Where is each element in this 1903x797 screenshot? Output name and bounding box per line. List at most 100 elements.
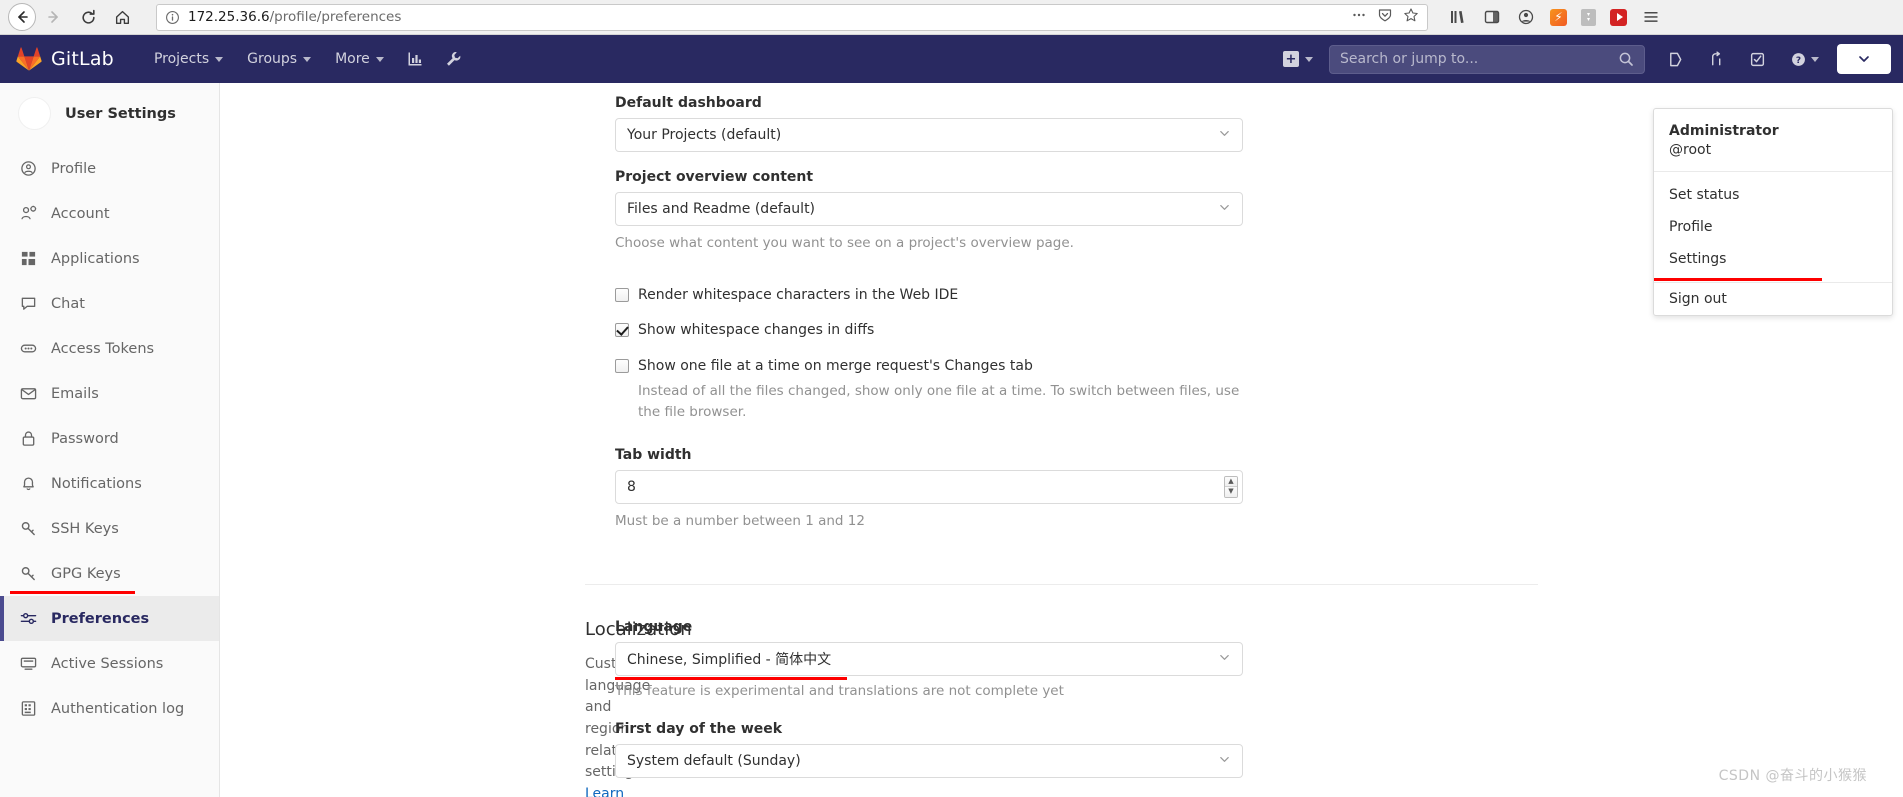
home-button[interactable] [106,2,138,32]
navbar-todos-button[interactable] [1737,41,1778,78]
key-icon [20,520,37,537]
render-whitespace-label: Render whitespace characters in the Web … [638,287,959,304]
app-body: User Settings Profile Account Applicatio… [0,83,1903,797]
user-menu-settings[interactable]: Settings [1654,243,1892,281]
sidebar-item-chat[interactable]: Chat [0,281,219,326]
issues-icon [1670,52,1682,66]
sidebar-item-emails[interactable]: Emails [0,371,219,416]
plus-square-icon: + [1283,51,1299,67]
user-handle: @root [1669,141,1712,158]
sidebar-item-label: Preferences [51,610,150,627]
sidebar-item-password[interactable]: Password [0,416,219,461]
sidebar-item-applications[interactable]: Applications [0,236,219,281]
default-dashboard-group: Default dashboard Your Projects (default… [615,95,1243,152]
lock-icon [20,430,37,447]
default-dashboard-select[interactable]: Your Projects (default) [615,118,1243,152]
sidebar-item-active-sessions[interactable]: Active Sessions [0,641,219,686]
nav-projects[interactable]: Projects [142,37,235,81]
address-bar[interactable]: 172.25.36.6/profile/preferences [156,3,1428,31]
sidebar-item-gpg-keys[interactable]: GPG Keys [0,551,219,596]
localization-description-column: Localization Customize language and regi… [220,619,692,797]
language-select[interactable]: Chinese, Simplified - 简体中文 [615,641,1243,676]
sidebar-item-label: SSH Keys [51,520,119,537]
applications-grid-icon [20,250,37,267]
account-icon[interactable] [1516,7,1536,27]
sidebar-item-authentication-log[interactable]: Authentication log [0,686,219,731]
sidebar-item-ssh-keys[interactable]: SSH Keys [0,506,219,551]
sidebar-item-label: Applications [51,250,140,267]
back-button[interactable] [8,3,36,31]
extension-gray-icon[interactable]: ▾ ▾ [1581,8,1596,26]
one-file-at-a-time-checkbox[interactable] [615,358,629,373]
url-text: 172.25.36.6/profile/preferences [188,9,1351,25]
create-new-button[interactable]: + [1273,43,1323,75]
chevron-up-icon[interactable]: ▲ [1225,476,1237,487]
sidebar-item-profile[interactable]: Profile [0,146,219,191]
one-file-at-a-time-label: Show one file at a time on merge request… [638,357,1033,374]
chevron-down-icon [375,56,384,62]
navbar-merge-requests-button[interactable] [1696,41,1737,78]
sidebar-icon[interactable] [1482,7,1502,27]
search-icon[interactable] [1618,51,1634,67]
language-group: Language Chinese, Simplified - 简体中文 This… [615,619,1243,701]
sidebar-item-label: Emails [51,385,99,402]
extension-orange-icon[interactable]: ⚡ [1550,8,1567,26]
analytics-chart-icon [408,52,422,66]
user-menu-button[interactable] [1837,44,1891,74]
navbar-help-button[interactable]: ? [1778,41,1831,78]
one-file-at-a-time-row[interactable]: Show one file at a time on merge request… [615,357,1243,423]
localization-fields: Language Chinese, Simplified - 简体中文 This… [615,619,1243,797]
user-menu-profile-label: Profile [1669,218,1713,235]
reload-icon [81,9,95,24]
page-actions-icon[interactable] [1351,7,1367,27]
sidebar-item-label: Profile [51,160,97,177]
user-menu-profile[interactable]: Profile [1654,211,1892,243]
default-dashboard-label: Default dashboard [615,95,762,111]
nav-admin-button[interactable] [434,38,472,80]
forward-button[interactable] [38,2,70,32]
gitlab-home-link[interactable]: GitLab [16,47,114,71]
reload-button[interactable] [72,2,104,32]
hamburger-menu-icon[interactable] [1641,7,1661,27]
sidebar-item-preferences[interactable]: Preferences [0,596,219,641]
first-day-label: First day of the week [615,721,783,738]
sidebar-item-notifications[interactable]: Notifications [0,461,219,506]
navbar-main-menu: Projects Groups More [142,37,472,81]
user-dropdown-items: Set status Profile Settings Sign out [1654,172,1892,315]
first-day-select[interactable]: System default (Sunday) [615,744,1243,779]
pocket-shield-icon[interactable] [1377,7,1393,27]
url-path: /profile/preferences [269,9,402,25]
nav-analytics-button[interactable] [396,38,434,80]
sidebar-item-label: GPG Keys [51,565,121,582]
sliders-icon [20,610,37,627]
render-whitespace-checkbox[interactable] [615,288,629,303]
extension-red-icon[interactable] [1610,8,1627,26]
bell-icon [20,475,37,492]
render-whitespace-row[interactable]: Render whitespace characters in the Web … [615,286,1243,304]
chevron-down-icon [1218,201,1231,218]
sidebar-item-account[interactable]: Account [0,191,219,236]
search-box[interactable] [1329,44,1645,74]
project-overview-select[interactable]: Files and Readme (default) [615,192,1243,226]
show-whitespace-diffs-checkbox[interactable] [615,323,629,338]
user-menu-sign-out[interactable]: Sign out [1654,283,1892,315]
sidebar-item-access-tokens[interactable]: Access Tokens [0,326,219,371]
navbar-issues-button[interactable] [1655,41,1696,78]
nav-groups[interactable]: Groups [235,37,323,81]
tab-width-input[interactable]: 8 ▲ ▼ [615,469,1243,504]
back-arrow-icon [18,11,28,23]
project-overview-label: Project overview content [615,169,814,185]
chevron-down-icon[interactable]: ▼ [1225,486,1237,497]
project-overview-hint: Choose what content you want to see on a… [615,235,1074,251]
search-input[interactable] [1340,51,1618,67]
wrench-icon [446,52,461,66]
bookmark-star-icon[interactable] [1403,7,1419,27]
site-info-icon[interactable] [165,10,180,25]
user-menu-set-status[interactable]: Set status [1654,179,1892,211]
gitlab-tanuki-icon [16,47,42,71]
nav-more[interactable]: More [323,37,396,81]
library-icon[interactable] [1448,7,1468,27]
tab-width-group: Tab width 8 ▲ ▼ Must be a number between… [615,447,1243,531]
show-whitespace-diffs-row[interactable]: Show whitespace changes in diffs [615,321,1243,339]
quantity-stepper[interactable]: ▲ ▼ [1224,475,1238,498]
